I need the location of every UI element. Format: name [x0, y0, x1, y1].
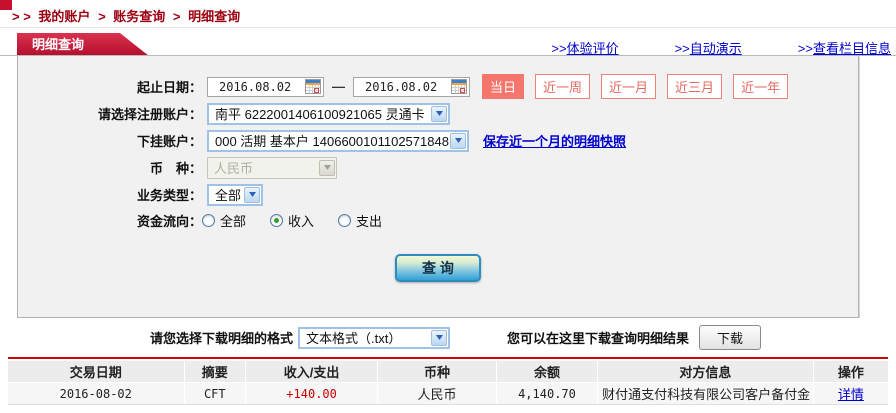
sub-account-value: 000 活期 基本户 1406600101102571848 — [215, 134, 449, 149]
end-date-input[interactable]: 2016.08.02 — [353, 76, 470, 97]
business-type-row: 业务类型： 全部 — [18, 181, 858, 208]
sub-account-row: 下挂账户： 000 活期 基本户 1406600101102571848 保存近… — [18, 127, 858, 154]
calendar-icon[interactable] — [305, 79, 321, 94]
registered-account-label: 请选择注册账户： — [97, 107, 202, 122]
cell-trade-date: 2016-08-02 — [8, 382, 185, 405]
col-header-balance: 余额 — [496, 361, 599, 383]
fund-flow-option-income[interactable]: 收入 — [270, 211, 314, 230]
cell-amount: +140.00 — [245, 382, 379, 405]
detail-link[interactable]: 详情 — [838, 387, 864, 402]
chevron-down-icon — [319, 159, 335, 176]
radio-icon — [338, 214, 352, 227]
breadcrumb-item-detail-query[interactable]: 明细查询 — [188, 9, 240, 24]
col-header-action: 操作 — [813, 361, 888, 383]
fund-flow-option-expense[interactable]: 支出 — [338, 211, 382, 230]
cell-balance: 4,140.70 — [496, 382, 599, 405]
quick-today-button[interactable]: 当日 — [482, 74, 525, 99]
date-range-label: 起止日期： — [136, 80, 202, 95]
quick-range-buttons: 当日 近一周 近一月 近三月 近一年 — [482, 74, 789, 99]
registered-account-row: 请选择注册账户： 南平 6222001406100921065 灵通卡 — [18, 100, 858, 127]
breadcrumb-separator: > — [172, 9, 181, 24]
table-header-row: 交易日期 摘要 收入/支出 币种 余额 对方信息 操作 — [8, 361, 888, 383]
date-range-row: 起止日期： 2016.08.02 — 2016.08.02 当日 近一周 近一月… — [18, 73, 858, 100]
fund-flow-label: 资金流向： — [136, 214, 202, 229]
cell-currency: 人民币 — [377, 382, 497, 405]
date-range-separator: — — [332, 79, 345, 94]
breadcrumb-item-my-account[interactable]: 我的账户 — [38, 9, 90, 24]
table-top-rule — [8, 357, 888, 359]
chevron-down-icon — [450, 132, 466, 149]
download-format-label: 请您选择下载明细的格式 — [150, 331, 294, 346]
cell-counterparty: 财付通支付科技有限公司客户备付金 — [597, 382, 814, 405]
download-format-select[interactable]: 文本格式（.txt） — [298, 326, 451, 349]
breadcrumb: > > 我的账户 > 账务查询 > 明细查询 — [12, 6, 244, 25]
currency-row: 币 种： 人民币 — [18, 154, 858, 181]
currency-label: 币 种： — [149, 161, 202, 176]
breadcrumb-item-account-query[interactable]: 账务查询 — [113, 9, 165, 24]
business-type-select[interactable]: 全部 — [207, 183, 263, 206]
currency-select: 人民币 — [207, 156, 337, 179]
tab-detail-query[interactable]: 明细查询 — [17, 33, 149, 56]
business-type-value: 全部 — [215, 188, 242, 203]
fund-flow-option-all[interactable]: 全部 — [202, 211, 246, 230]
currency-value: 人民币 — [214, 161, 254, 176]
col-header-summary: 摘要 — [184, 361, 247, 383]
download-button[interactable]: 下载 — [699, 325, 762, 350]
breadcrumb-separator: > — [98, 9, 106, 24]
download-hint: 您可以在这里下载查询明细结果 — [507, 331, 690, 346]
business-type-label: 业务类型： — [136, 188, 202, 203]
save-snapshot-link[interactable]: 保存近一个月的明细快照 — [483, 131, 626, 150]
query-form: 起止日期： 2016.08.02 — 2016.08.02 当日 近一周 近一月… — [17, 56, 859, 318]
breadcrumb-prefix: > > — [12, 9, 31, 24]
quick-year-button[interactable]: 近一年 — [733, 74, 789, 99]
chevron-down-icon — [431, 329, 448, 346]
chevron-down-icon — [431, 105, 447, 122]
divider — [0, 27, 896, 28]
start-date-value: 2016.08.02 — [219, 79, 292, 94]
corner-decoration — [0, 0, 12, 10]
quick-week-button[interactable]: 近一周 — [535, 74, 591, 99]
registered-account-select[interactable]: 南平 6222001406100921065 灵通卡 — [207, 102, 450, 125]
download-format-value: 文本格式（.txt） — [306, 331, 402, 346]
col-header-currency: 币种 — [377, 361, 497, 383]
table-row: 2016-08-02 CFT +140.00 人民币 4,140.70 财付通支… — [8, 382, 888, 405]
chevron-down-icon — [244, 186, 260, 203]
query-button[interactable]: 查 询 — [395, 254, 481, 282]
download-row: 请您选择下载明细的格式 文本格式（.txt） 您可以在这里下载查询明细结果 下载 — [0, 318, 896, 357]
end-date-value: 2016.08.02 — [365, 79, 438, 94]
cell-summary: CFT — [184, 382, 247, 405]
sub-account-select[interactable]: 000 活期 基本户 1406600101102571848 — [207, 129, 469, 152]
quick-quarter-button[interactable]: 近三月 — [667, 74, 723, 99]
result-table: 交易日期 摘要 收入/支出 币种 余额 对方信息 操作 2016-08-02 C… — [8, 357, 888, 405]
col-header-trade-date: 交易日期 — [8, 361, 185, 383]
registered-account-value: 南平 6222001406100921065 灵通卡 — [215, 107, 425, 122]
calendar-icon[interactable] — [451, 79, 467, 94]
col-header-income-expense: 收入/支出 — [245, 361, 379, 383]
radio-icon — [202, 214, 215, 227]
radio-checked-icon — [270, 214, 284, 227]
quick-month-button[interactable]: 近一月 — [601, 74, 657, 99]
fund-flow-row: 资金流向： 全部 收入 支出 — [18, 208, 858, 233]
page: > > 我的账户 > 账务查询 > 明细查询 明细查询 >>体验评价 >>自动演… — [0, 0, 896, 413]
submit-row: 查 询 — [18, 254, 858, 282]
start-date-input[interactable]: 2016.08.02 — [207, 76, 324, 97]
col-header-counterparty: 对方信息 — [597, 361, 814, 383]
sub-account-label: 下挂账户： — [136, 134, 202, 149]
